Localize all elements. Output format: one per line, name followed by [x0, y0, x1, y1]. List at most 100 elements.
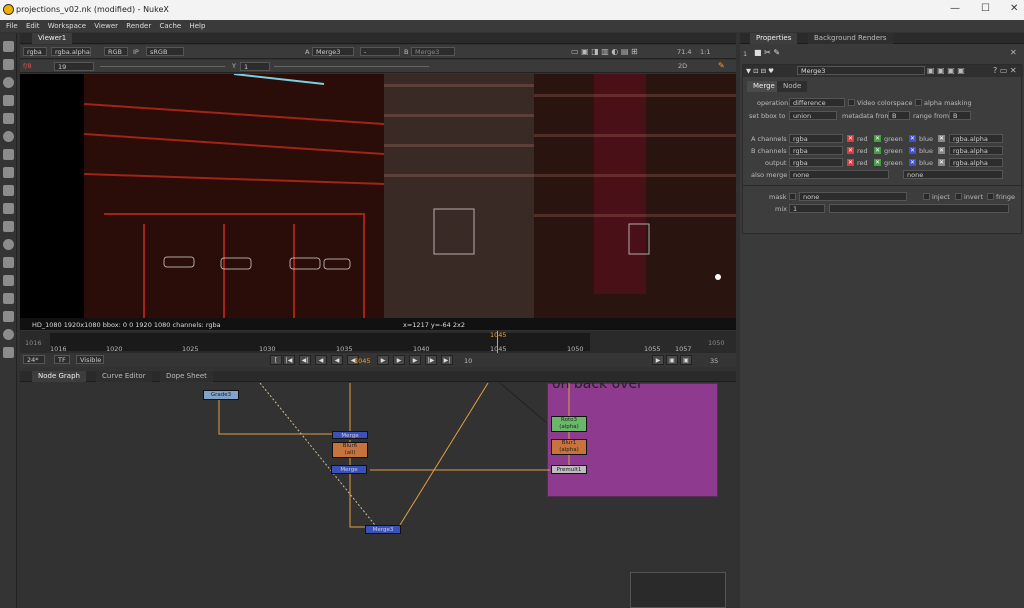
blue-check[interactable]: ✕: [909, 135, 916, 142]
blue-check[interactable]: ✕: [909, 147, 916, 154]
mix-slider[interactable]: [829, 204, 1009, 213]
increment-value[interactable]: 10: [464, 357, 472, 365]
node-graph-canvas[interactable]: on back over Grade3 Merge Blur6 (all) Me…: [20, 383, 736, 608]
set-bbox-select[interactable]: union: [789, 111, 837, 120]
node-header-icons[interactable]: ▼ ⊡ ⊟ ♥: [746, 67, 774, 75]
output-alpha-select[interactable]: rgba.alpha: [949, 158, 1003, 167]
b-alpha-select[interactable]: rgba.alpha: [949, 146, 1003, 155]
tf-select[interactable]: TF: [54, 355, 70, 364]
loop-button[interactable]: ▶: [652, 355, 664, 365]
gamma-input[interactable]: 1: [240, 62, 270, 71]
range-start[interactable]: 1016: [25, 339, 42, 347]
properties-tools-icons[interactable]: ■ ✂ ✎: [754, 48, 780, 57]
video-colorspace-checkbox[interactable]: [848, 99, 855, 106]
prev-key-button[interactable]: ◀|: [299, 355, 311, 365]
timeline[interactable]: 1016 1050 1016 1020 1025 1030 1035 1040 …: [20, 331, 736, 353]
channels-select[interactable]: rgba: [23, 47, 47, 56]
particles-tool-icon[interactable]: [3, 221, 14, 232]
ip-label[interactable]: IP: [133, 48, 139, 56]
views-tool-icon[interactable]: [3, 257, 14, 268]
header-buttons[interactable]: ▣ ▣ ▣ ▣: [927, 66, 965, 75]
play-button[interactable]: ▶: [377, 355, 389, 365]
blue-check[interactable]: ✕: [909, 159, 916, 166]
color-tool-icon[interactable]: [3, 113, 14, 124]
menu-file[interactable]: File: [6, 22, 18, 30]
menu-viewer[interactable]: Viewer: [94, 22, 118, 30]
frame-number[interactable]: 1045: [354, 357, 371, 365]
alpha-check[interactable]: ✕: [938, 159, 945, 166]
a-alpha-select[interactable]: rgba.alpha: [949, 134, 1003, 143]
a-input-select[interactable]: Merge3: [312, 47, 354, 56]
fringe-checkbox[interactable]: [987, 193, 994, 200]
node-merge3[interactable]: Merge3: [365, 525, 401, 534]
a-channels-select[interactable]: rgba: [789, 134, 843, 143]
node-roto3[interactable]: Roto3 (alpha): [551, 416, 587, 432]
menu-help[interactable]: Help: [189, 22, 205, 30]
image-tool-icon[interactable]: [3, 41, 14, 52]
mix-input[interactable]: 1: [789, 204, 825, 213]
ratio-value[interactable]: 1:1: [700, 48, 710, 56]
red-check[interactable]: ✕: [847, 147, 854, 154]
subtab-node[interactable]: Node: [777, 81, 808, 92]
deep-tool-icon[interactable]: [3, 239, 14, 250]
minimize-icon[interactable]: —: [950, 3, 960, 14]
play-back-button[interactable]: ◀: [331, 355, 343, 365]
compare-select[interactable]: -: [360, 47, 400, 56]
time-tool-icon[interactable]: [3, 77, 14, 88]
green-check[interactable]: ✕: [874, 135, 881, 142]
node-grade3[interactable]: Grade3: [203, 390, 239, 400]
properties-count[interactable]: 1: [743, 50, 747, 58]
render-button[interactable]: ▣: [666, 355, 678, 365]
paint-icon[interactable]: ✎: [718, 61, 725, 70]
node-graph-minimap[interactable]: [630, 572, 726, 608]
visible-select[interactable]: Visible: [76, 355, 104, 364]
alpha-masking-checkbox[interactable]: [915, 99, 922, 106]
fwd-inc-button[interactable]: ▶: [409, 355, 421, 365]
fstop-value[interactable]: f/8: [23, 62, 32, 70]
close-icon[interactable]: ✕: [1010, 3, 1018, 14]
range-from-select[interactable]: B: [949, 111, 971, 120]
invert-checkbox[interactable]: [955, 193, 962, 200]
end-frame[interactable]: 35: [710, 357, 718, 365]
tab-curve-editor[interactable]: Curve Editor: [96, 371, 152, 382]
tab-background-renders[interactable]: Background Renders: [808, 33, 893, 44]
alpha-select[interactable]: rgba.alpha: [51, 47, 91, 56]
out-point-button[interactable]: ▶|: [441, 355, 453, 365]
toolsets-tool-icon[interactable]: [3, 293, 14, 304]
next-frame-button[interactable]: ▶: [393, 355, 405, 365]
transform-tool-icon[interactable]: [3, 185, 14, 196]
channel-tool-icon[interactable]: [3, 95, 14, 106]
other-tool-icon[interactable]: [3, 311, 14, 322]
node-merge-a[interactable]: Merge: [332, 431, 368, 439]
furnace-tool-icon[interactable]: [3, 329, 14, 340]
in-point-button[interactable]: [: [270, 355, 282, 365]
tab-properties[interactable]: Properties: [750, 33, 798, 44]
menu-workspace[interactable]: Workspace: [48, 22, 86, 30]
keyer-tool-icon[interactable]: [3, 149, 14, 160]
green-check[interactable]: ✕: [874, 147, 881, 154]
menu-render[interactable]: Render: [126, 22, 151, 30]
mask-select[interactable]: none: [799, 192, 907, 201]
zoom-value[interactable]: 71.4: [677, 48, 691, 56]
b-input-select[interactable]: Merge3: [411, 47, 455, 56]
operation-select[interactable]: difference: [789, 98, 845, 107]
cara-tool-icon[interactable]: [3, 347, 14, 358]
tab-node-graph[interactable]: Node Graph: [32, 371, 86, 382]
mask-checkbox[interactable]: [789, 193, 796, 200]
menu-edit[interactable]: Edit: [26, 22, 40, 30]
subtab-merge[interactable]: Merge: [747, 81, 781, 92]
first-frame-button[interactable]: |◀: [283, 355, 295, 365]
also-merge-select[interactable]: none: [789, 170, 889, 179]
maximize-icon[interactable]: ☐: [981, 3, 990, 14]
filter-tool-icon[interactable]: [3, 131, 14, 142]
mode-select[interactable]: 2D: [678, 62, 687, 70]
also-merge-select-2[interactable]: none: [903, 170, 1003, 179]
node-blur1[interactable]: Blur1 (alpha): [551, 439, 587, 455]
red-check[interactable]: ✕: [847, 159, 854, 166]
header-help-icons[interactable]: ? ▭ ✕: [993, 66, 1017, 75]
output-select[interactable]: rgba: [789, 158, 843, 167]
b-channels-select[interactable]: rgba: [789, 146, 843, 155]
3d-tool-icon[interactable]: [3, 203, 14, 214]
node-blur6[interactable]: Blur6 (all): [332, 442, 368, 458]
node-premult1[interactable]: Premult1: [551, 465, 587, 474]
